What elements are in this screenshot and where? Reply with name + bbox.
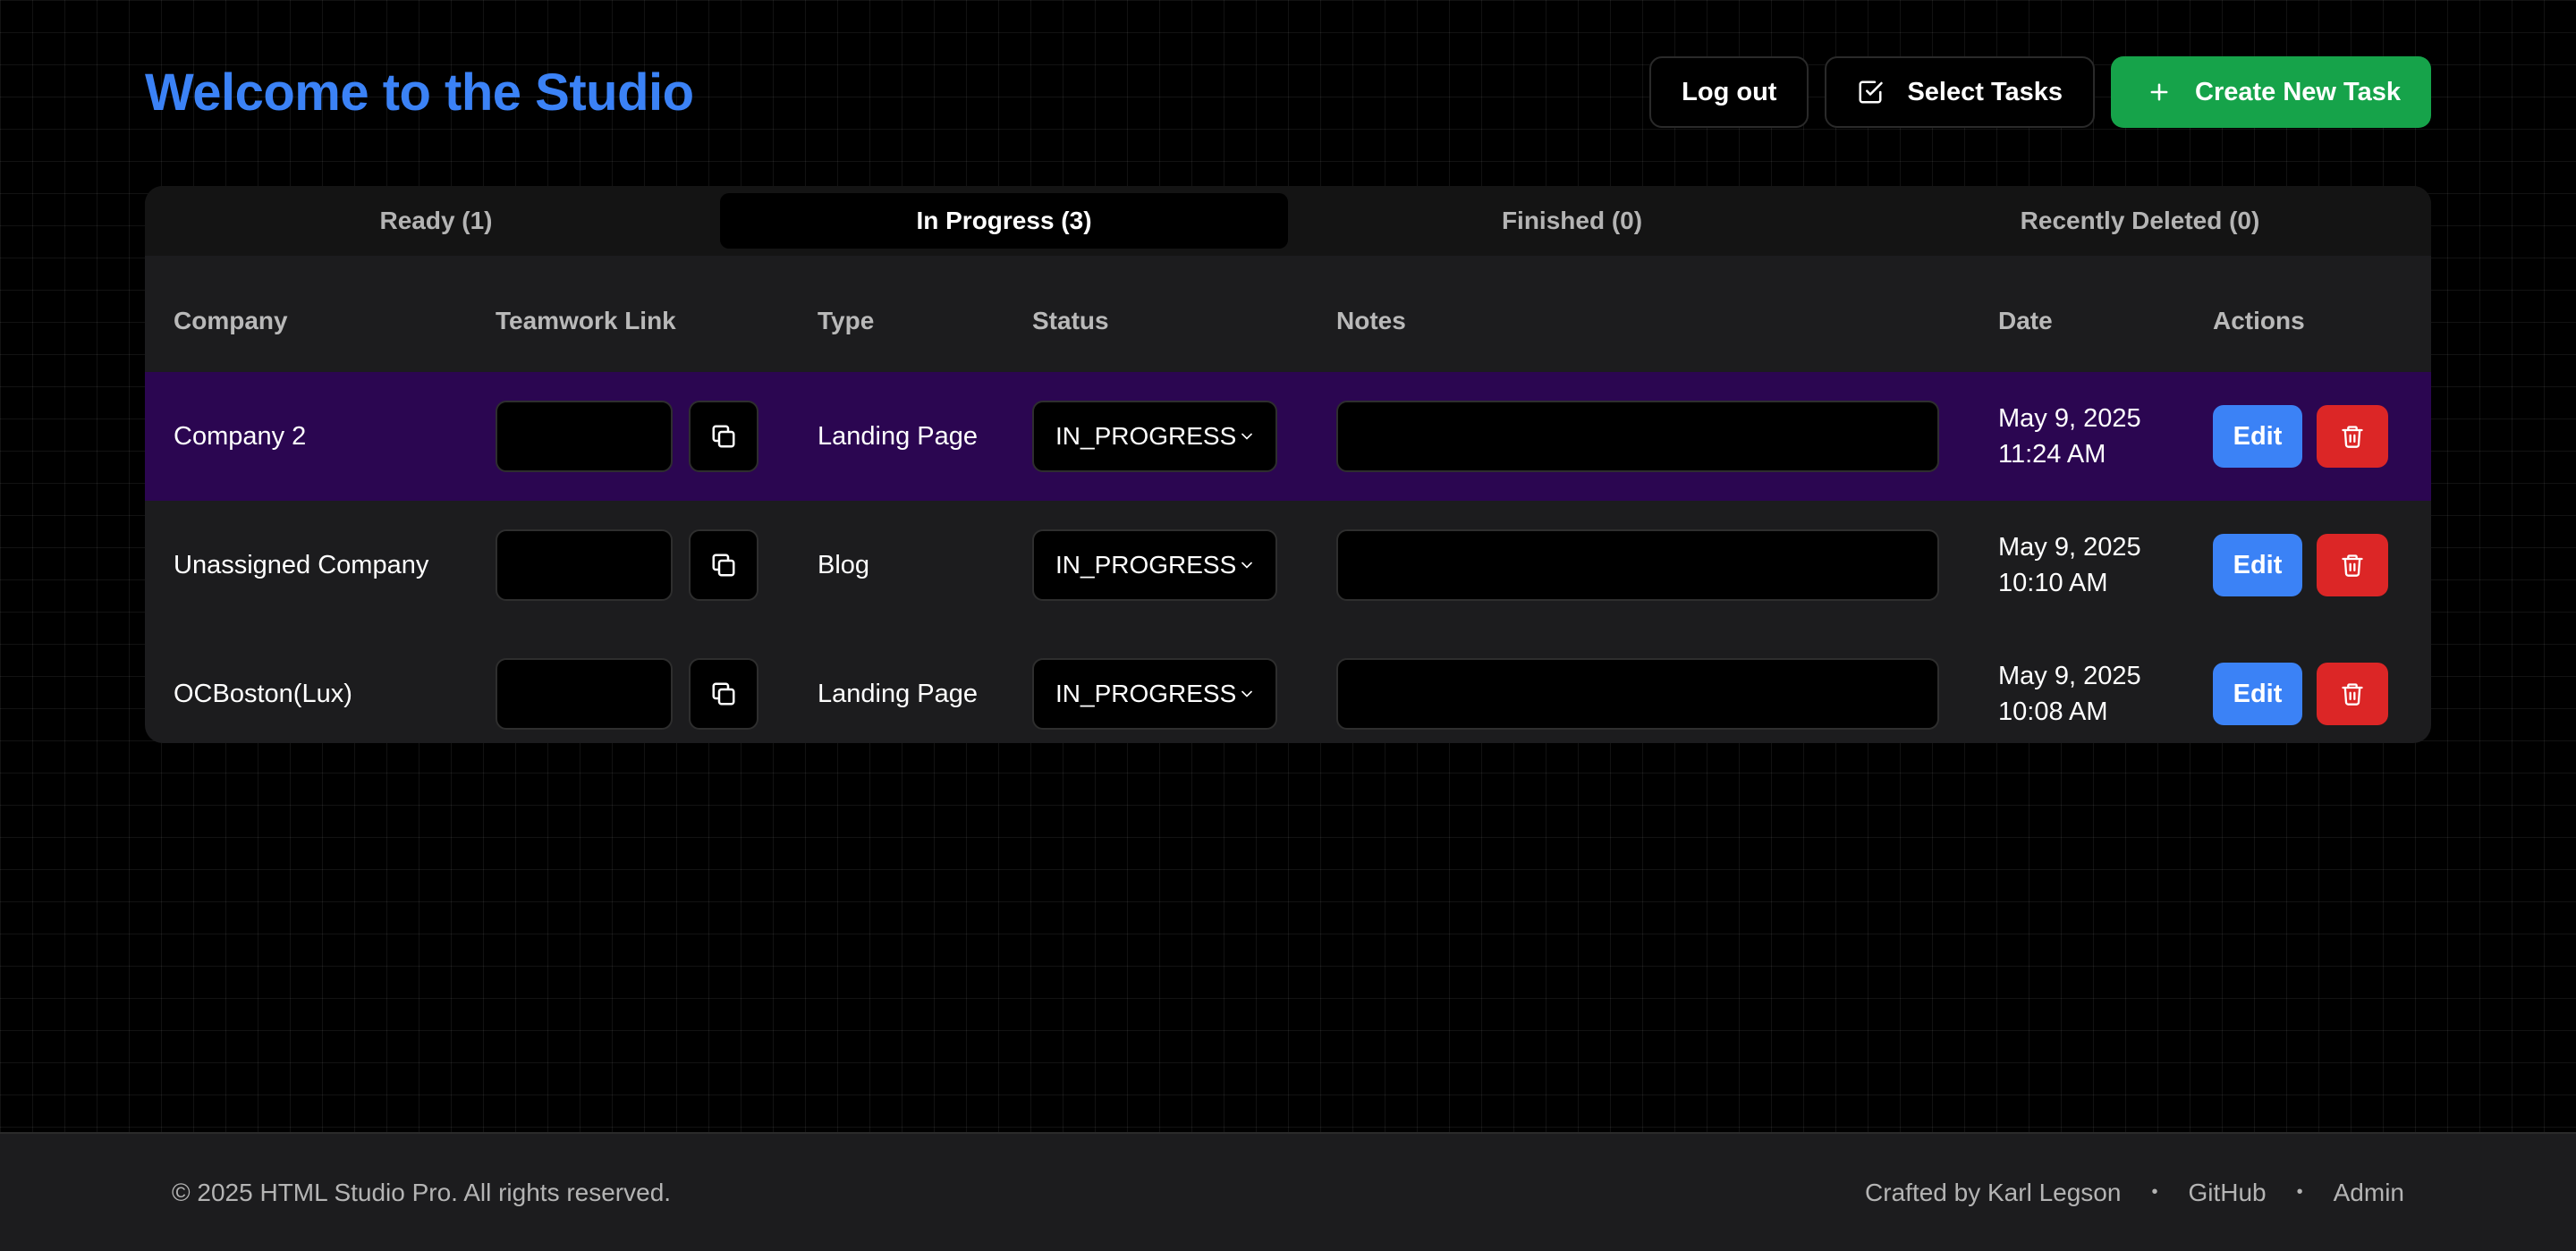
delete-button[interactable] xyxy=(2317,663,2388,725)
copy-icon xyxy=(712,682,735,706)
separator-dot: • xyxy=(2296,1182,2303,1202)
tasks-panel: Ready (1) In Progress (3) Finished (0) R… xyxy=(145,186,2431,743)
copy-link-button[interactable] xyxy=(689,401,758,472)
time-value: 10:10 AM xyxy=(1998,569,2108,597)
header-actions: Log out Select Tasks Create New Task xyxy=(1649,56,2431,128)
footer-links: Crafted by Karl Legson • GitHub • Admin xyxy=(1865,1179,2404,1207)
time-value: 11:24 AM xyxy=(1998,440,2106,469)
chevron-down-icon xyxy=(1241,433,1252,440)
table-row[interactable]: Company 2 Landing Page IN_PROGRESS May 9… xyxy=(145,372,2431,501)
status-cell: IN_PROGRESS xyxy=(1032,529,1336,601)
status-select[interactable]: IN_PROGRESS xyxy=(1032,529,1277,601)
type-cell: Blog xyxy=(818,550,870,579)
admin-link[interactable]: Admin xyxy=(2334,1179,2404,1207)
status-cell: IN_PROGRESS xyxy=(1032,401,1336,472)
copyright-text: © 2025 HTML Studio Pro. All rights reser… xyxy=(172,1178,672,1206)
trash-icon xyxy=(2342,426,2363,448)
status-cell: IN_PROGRESS xyxy=(1032,658,1336,730)
plus-icon xyxy=(2147,80,2172,105)
date-cell: May 9, 2025 11:24 AM xyxy=(1998,401,2213,472)
status-tabs: Ready (1) In Progress (3) Finished (0) R… xyxy=(145,186,2431,256)
separator-dot: • xyxy=(2151,1182,2158,1202)
trash-icon xyxy=(2342,683,2363,706)
notes-cell xyxy=(1336,658,1998,730)
page-header: Welcome to the Studio Log out Select Tas… xyxy=(145,55,2431,129)
edit-button[interactable]: Edit xyxy=(2213,405,2302,468)
edit-button[interactable]: Edit xyxy=(2213,534,2302,596)
teamwork-link-input[interactable] xyxy=(496,529,673,601)
checkbox-icon xyxy=(1857,79,1884,106)
tab-in-progress[interactable]: In Progress (3) xyxy=(720,193,1288,249)
copy-link-button[interactable] xyxy=(689,658,758,730)
company-cell: Company 2 xyxy=(174,421,307,451)
status-value: IN_PROGRESS xyxy=(1055,422,1237,450)
github-link[interactable]: GitHub xyxy=(2188,1179,2266,1207)
select-tasks-label: Select Tasks xyxy=(1907,77,2063,106)
notes-cell xyxy=(1336,401,1998,472)
time-value: 10:08 AM xyxy=(1998,697,2108,726)
teamwork-link-cell xyxy=(496,658,818,730)
table-header: Company Teamwork Link Type Status Notes … xyxy=(145,270,2431,372)
crafted-by-text: Crafted by Karl Legson xyxy=(1865,1178,2122,1206)
tab-finished[interactable]: Finished (0) xyxy=(1288,193,1856,249)
column-header-company: Company xyxy=(174,307,288,334)
notes-input[interactable] xyxy=(1336,401,1939,472)
actions-cell: Edit xyxy=(2213,534,2431,596)
company-cell: Unassigned Company xyxy=(174,550,429,579)
column-header-status: Status xyxy=(1032,307,1109,334)
tab-ready[interactable]: Ready (1) xyxy=(152,193,720,249)
page-footer: © 2025 HTML Studio Pro. All rights reser… xyxy=(0,1132,2576,1251)
tab-recently-deleted[interactable]: Recently Deleted (0) xyxy=(1856,193,2424,249)
delete-button[interactable] xyxy=(2317,405,2388,468)
copy-link-button[interactable] xyxy=(689,529,758,601)
status-select[interactable]: IN_PROGRESS xyxy=(1032,658,1277,730)
chevron-down-icon xyxy=(1241,562,1252,569)
column-header-type: Type xyxy=(818,307,875,334)
copy-icon xyxy=(712,425,735,448)
notes-input[interactable] xyxy=(1336,658,1939,730)
date-value: May 9, 2025 xyxy=(1998,662,2141,690)
select-tasks-button[interactable]: Select Tasks xyxy=(1825,56,2096,128)
delete-button[interactable] xyxy=(2317,534,2388,596)
company-cell: OCBoston(Lux) xyxy=(174,679,352,708)
status-value: IN_PROGRESS xyxy=(1055,551,1237,579)
table-row[interactable]: OCBoston(Lux) Landing Page IN_PROGRESS M… xyxy=(145,630,2431,743)
copy-icon xyxy=(712,554,735,577)
trash-icon xyxy=(2342,554,2363,577)
actions-cell: Edit xyxy=(2213,405,2431,468)
column-header-actions: Actions xyxy=(2213,307,2305,334)
status-select[interactable]: IN_PROGRESS xyxy=(1032,401,1277,472)
type-cell: Landing Page xyxy=(818,421,978,451)
column-header-date: Date xyxy=(1998,307,2053,334)
column-header-teamwork-link: Teamwork Link xyxy=(496,307,676,334)
date-value: May 9, 2025 xyxy=(1998,533,2141,562)
teamwork-link-input[interactable] xyxy=(496,658,673,730)
edit-button[interactable]: Edit xyxy=(2213,663,2302,725)
date-cell: May 9, 2025 10:10 AM xyxy=(1998,529,2213,601)
table-row[interactable]: Unassigned Company Blog IN_PROGRESS May … xyxy=(145,501,2431,630)
create-new-task-label: Create New Task xyxy=(2195,77,2401,106)
date-cell: May 9, 2025 10:08 AM xyxy=(1998,658,2213,730)
create-new-task-button[interactable]: Create New Task xyxy=(2111,56,2431,128)
status-value: IN_PROGRESS xyxy=(1055,680,1237,707)
page-title: Welcome to the Studio xyxy=(145,63,694,122)
actions-cell: Edit xyxy=(2213,663,2431,725)
column-header-notes: Notes xyxy=(1336,307,1406,334)
type-cell: Landing Page xyxy=(818,679,978,708)
logout-button[interactable]: Log out xyxy=(1649,56,1809,128)
chevron-down-icon xyxy=(1241,690,1252,697)
teamwork-link-cell xyxy=(496,401,818,472)
notes-input[interactable] xyxy=(1336,529,1939,601)
teamwork-link-input[interactable] xyxy=(496,401,673,472)
teamwork-link-cell xyxy=(496,529,818,601)
notes-cell xyxy=(1336,529,1998,601)
date-value: May 9, 2025 xyxy=(1998,404,2141,433)
